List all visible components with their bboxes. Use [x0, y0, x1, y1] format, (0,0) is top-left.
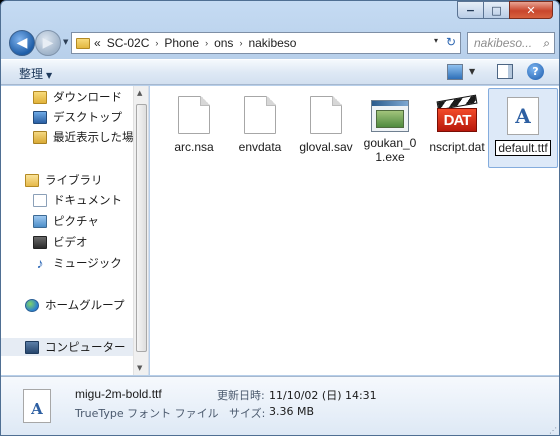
- nav-item-label: コンピューター: [45, 342, 126, 354]
- minimize-button[interactable]: −: [457, 1, 483, 19]
- font-file-icon: A: [23, 389, 51, 423]
- library-icon: [25, 173, 39, 187]
- executable-icon: [371, 100, 409, 132]
- file-name: goukan_01.exe: [363, 136, 417, 164]
- file-item-selected[interactable]: A default.ttf: [488, 88, 558, 168]
- breadcrumb-separator-icon[interactable]: ›: [205, 38, 208, 48]
- refresh-icon[interactable]: ↻: [446, 35, 456, 49]
- file-name: nscript.dat: [429, 140, 485, 154]
- details-pane: A migu-2m-bold.ttf TrueType フォント ファイル 更新…: [1, 376, 559, 435]
- search-input[interactable]: nakibeso... ⌕: [467, 32, 555, 54]
- documents-icon: [33, 193, 47, 207]
- back-button[interactable]: ◀: [9, 30, 35, 56]
- pictures-icon: [33, 214, 47, 228]
- nav-item-label: ライブラリ: [45, 175, 103, 187]
- file-item[interactable]: gloval.sav: [294, 94, 358, 164]
- breadcrumb-separator-icon[interactable]: ›: [239, 38, 242, 48]
- size-label: サイズ:: [229, 407, 266, 420]
- scroll-down-icon[interactable]: ▼: [137, 364, 142, 372]
- dat-icon-text: DAT: [437, 108, 477, 132]
- search-placeholder: nakibeso...: [474, 36, 533, 50]
- search-icon[interactable]: ⌕: [543, 36, 550, 51]
- blank-file-icon: [178, 96, 210, 134]
- nav-item-label: デスクトップ: [53, 112, 122, 124]
- file-item[interactable]: envdata: [228, 94, 292, 164]
- recent-pages-dropdown-icon[interactable]: ▼: [63, 38, 68, 46]
- address-row: ◀ ▶ ▼ « SC-02C › Phone › ons › nakibeso …: [1, 27, 559, 57]
- file-name: arc.nsa: [174, 140, 214, 154]
- clapperboard-icon: DAT: [436, 94, 478, 134]
- nav-item-computer[interactable]: コンピューター: [1, 338, 133, 356]
- view-options-icon[interactable]: [447, 64, 463, 80]
- caption-buttons: − □ ✕: [457, 1, 553, 19]
- close-button[interactable]: ✕: [509, 1, 553, 19]
- nav-item-libraries[interactable]: ライブラリ: [25, 171, 103, 189]
- nav-item-label: ミュージック: [53, 258, 122, 270]
- desktop-icon: [33, 110, 47, 124]
- font-file-icon: A: [507, 97, 539, 135]
- maximize-button[interactable]: □: [483, 1, 509, 19]
- font-glyph: A: [31, 400, 43, 418]
- scrollbar-thumb[interactable]: [136, 104, 147, 352]
- details-file-name: migu-2m-bold.ttf: [75, 387, 162, 401]
- modified-label: 更新日時:: [217, 389, 265, 402]
- breadcrumb-separator-icon[interactable]: ›: [155, 38, 158, 48]
- file-item[interactable]: goukan_01.exe: [358, 94, 422, 164]
- nav-item-desktop[interactable]: デスクトップ: [33, 108, 122, 126]
- command-bar: 整理 ▼ ▼ ?: [1, 59, 559, 85]
- file-item[interactable]: arc.nsa: [162, 94, 226, 164]
- navigation-pane: ダウンロード デスクトップ 最近表示した場所 ライブラリ ドキュメント ピクチャ…: [1, 86, 149, 375]
- help-icon[interactable]: ?: [527, 63, 544, 80]
- size-value: 3.36 MB: [269, 405, 315, 418]
- chevron-down-icon: ▼: [46, 71, 53, 80]
- breadcrumb-overflow[interactable]: «: [94, 36, 101, 50]
- nav-item-music[interactable]: ♪ ミュージック: [33, 254, 122, 272]
- details-file-type: TrueType フォント ファイル: [75, 407, 219, 420]
- file-list: arc.nsa envdata gloval.sav goukan_01.exe…: [150, 86, 559, 375]
- breadcrumb-item[interactable]: SC-02C: [107, 36, 150, 50]
- font-glyph: A: [515, 104, 531, 128]
- scroll-up-icon[interactable]: ▲: [137, 89, 142, 97]
- file-item[interactable]: DAT nscript.dat: [422, 94, 492, 164]
- nav-item-downloads[interactable]: ダウンロード: [33, 88, 122, 106]
- nav-item-label: 最近表示した場所: [53, 132, 145, 144]
- blank-file-icon: [244, 96, 276, 134]
- nav-item-label: ビデオ: [53, 237, 88, 249]
- view-dropdown-icon[interactable]: ▼: [469, 67, 475, 76]
- videos-icon: [33, 235, 47, 249]
- recent-places-icon: [33, 130, 47, 144]
- breadcrumb-item[interactable]: Phone: [164, 36, 199, 50]
- breadcrumb-item[interactable]: nakibeso: [248, 36, 296, 50]
- rename-input[interactable]: default.ttf: [495, 140, 551, 156]
- nav-item-documents[interactable]: ドキュメント: [33, 191, 122, 209]
- nav-item-label: ピクチャ: [53, 216, 99, 228]
- organize-label: 整理: [19, 67, 44, 81]
- nav-item-recent-places[interactable]: 最近表示した場所: [33, 128, 145, 146]
- download-folder-icon: [33, 90, 47, 104]
- breadcrumb-item[interactable]: ons: [214, 36, 233, 50]
- nav-item-videos[interactable]: ビデオ: [33, 233, 88, 251]
- nav-item-homegroup[interactable]: ホームグループ: [25, 296, 124, 314]
- file-name: gloval.sav: [299, 140, 353, 154]
- explorer-window: − □ ✕ ◀ ▶ ▼ « SC-02C › Phone › ons › nak…: [0, 0, 560, 436]
- folder-icon: [76, 37, 90, 49]
- organize-button[interactable]: 整理 ▼: [19, 65, 52, 82]
- nav-item-label: ドキュメント: [53, 195, 122, 207]
- nav-item-pictures[interactable]: ピクチャ: [33, 212, 99, 230]
- computer-icon: [25, 340, 39, 354]
- nav-scrollbar[interactable]: ▲ ▼: [133, 86, 148, 375]
- forward-button[interactable]: ▶: [35, 30, 61, 56]
- address-bar[interactable]: « SC-02C › Phone › ons › nakibeso ▾ ↻: [71, 32, 461, 54]
- file-name: envdata: [238, 140, 282, 154]
- address-dropdown-icon[interactable]: ▾: [434, 36, 438, 45]
- resize-grip-icon[interactable]: ⋰: [549, 426, 557, 435]
- nav-item-label: ホームグループ: [45, 300, 125, 312]
- modified-value: 11/10/02 (日) 14:31: [269, 389, 377, 402]
- homegroup-icon: [25, 298, 39, 312]
- music-icon: ♪: [36, 255, 44, 271]
- preview-pane-icon[interactable]: [497, 64, 513, 79]
- blank-file-icon: [310, 96, 342, 134]
- nav-item-label: ダウンロード: [53, 92, 122, 104]
